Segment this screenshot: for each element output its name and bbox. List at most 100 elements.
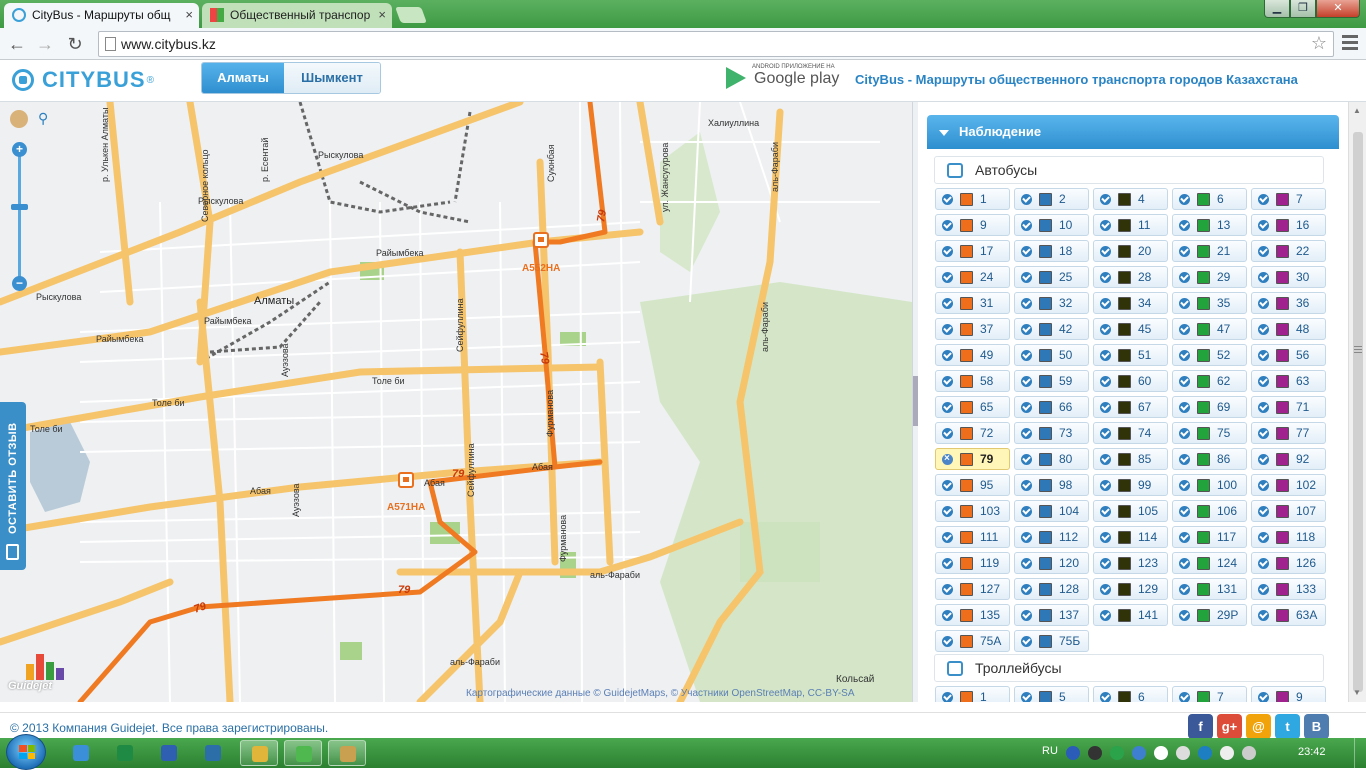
route-button-bus-2[interactable]: 2 xyxy=(1014,188,1089,210)
route-button-bus-30[interactable]: 30 xyxy=(1251,266,1326,288)
taskbar-word-button[interactable] xyxy=(150,740,188,766)
checkbox-checked-icon[interactable] xyxy=(1258,350,1269,361)
checkbox-checked-icon[interactable] xyxy=(1100,194,1111,205)
checkbox-checked-icon[interactable] xyxy=(1258,610,1269,621)
checkbox-checked-icon[interactable] xyxy=(1021,376,1032,387)
checkbox-checked-icon[interactable] xyxy=(1100,272,1111,283)
route-button-bus-37[interactable]: 37 xyxy=(935,318,1010,340)
checkbox-checked-icon[interactable] xyxy=(942,350,953,361)
search-icon[interactable]: ⚲ xyxy=(38,110,48,127)
route-button-bus-124[interactable]: 124 xyxy=(1172,552,1247,574)
route-button-bus-25[interactable]: 25 xyxy=(1014,266,1089,288)
checkbox-checked-icon[interactable] xyxy=(1179,506,1190,517)
close-window-button[interactable]: ✕ xyxy=(1316,0,1360,18)
tray-flag-icon[interactable] xyxy=(1132,746,1146,760)
route-button-trolley-6[interactable]: 6 xyxy=(1093,686,1168,702)
route-button-bus-62[interactable]: 62 xyxy=(1172,370,1247,392)
reload-icon[interactable]: ↻ xyxy=(64,33,86,55)
checkbox-checked-icon[interactable] xyxy=(1100,402,1111,413)
route-button-bus-107[interactable]: 107 xyxy=(1251,500,1326,522)
close-tab-icon[interactable]: × xyxy=(185,3,193,27)
email-icon[interactable]: @ xyxy=(1246,714,1271,739)
checkbox-checked-icon[interactable] xyxy=(1258,220,1269,231)
tray-eye-icon[interactable] xyxy=(1110,746,1124,760)
route-button-bus-114[interactable]: 114 xyxy=(1093,526,1168,548)
volume-muted-icon[interactable] xyxy=(1220,746,1234,760)
checkbox-checked-icon[interactable] xyxy=(1100,692,1111,702)
tray-app-icon[interactable] xyxy=(1088,746,1102,760)
route-button-bus-105[interactable]: 105 xyxy=(1093,500,1168,522)
route-button-bus-18[interactable]: 18 xyxy=(1014,240,1089,262)
route-button-bus-133[interactable]: 133 xyxy=(1251,578,1326,600)
route-button-bus-60[interactable]: 60 xyxy=(1093,370,1168,392)
google-play-badge[interactable]: ANDROID ПРИЛОЖЕНИЕ НА Google play xyxy=(726,64,841,92)
route-button-bus-71[interactable]: 71 xyxy=(1251,396,1326,418)
checkbox-checked-icon[interactable] xyxy=(1021,636,1032,647)
tray-up-icon[interactable] xyxy=(1154,746,1168,760)
checkbox-checked-icon[interactable] xyxy=(1258,454,1269,465)
checkbox-checked-icon[interactable] xyxy=(1179,246,1190,257)
checkbox-checked-icon[interactable] xyxy=(1179,298,1190,309)
route-button-bus-49[interactable]: 49 xyxy=(935,344,1010,366)
route-button-bus-135[interactable]: 135 xyxy=(935,604,1010,626)
route-button-trolley-5[interactable]: 5 xyxy=(1014,686,1089,702)
route-button-bus-63[interactable]: 63 xyxy=(1251,370,1326,392)
close-tab-icon[interactable]: × xyxy=(378,3,386,27)
checkbox-checked-icon[interactable] xyxy=(1258,506,1269,517)
page-scrollbar[interactable]: ▲ ▼ xyxy=(1348,102,1366,702)
checkbox-checked-icon[interactable] xyxy=(1021,692,1032,702)
zoom-slider-track[interactable] xyxy=(18,148,21,282)
checkbox-checked-icon[interactable] xyxy=(1100,428,1111,439)
monitoring-panel-header[interactable]: Наблюдение xyxy=(927,115,1339,149)
checkbox-checked-icon[interactable] xyxy=(1179,194,1190,205)
network-icon[interactable] xyxy=(1176,746,1190,760)
checkbox-checked-icon[interactable] xyxy=(942,402,953,413)
route-button-bus-63А[interactable]: 63А xyxy=(1251,604,1326,626)
route-button-bus-11[interactable]: 11 xyxy=(1093,214,1168,236)
route-button-bus-35[interactable]: 35 xyxy=(1172,292,1247,314)
route-button-bus-131[interactable]: 131 xyxy=(1172,578,1247,600)
route-button-bus-111[interactable]: 111 xyxy=(935,526,1010,548)
route-button-bus-73[interactable]: 73 xyxy=(1014,422,1089,444)
minimize-button[interactable]: ▁ xyxy=(1264,0,1290,18)
route-button-bus-45[interactable]: 45 xyxy=(1093,318,1168,340)
checkbox-checked-icon[interactable] xyxy=(1179,532,1190,543)
taskbar-excel-button[interactable] xyxy=(106,740,144,766)
checkbox-checked-icon[interactable] xyxy=(1258,692,1269,702)
checkbox-checked-icon[interactable] xyxy=(1100,298,1111,309)
checkbox-checked-icon[interactable] xyxy=(942,692,953,702)
route-button-bus-1[interactable]: 1 xyxy=(935,188,1010,210)
route-button-bus-6[interactable]: 6 xyxy=(1172,188,1247,210)
route-button-bus-17[interactable]: 17 xyxy=(935,240,1010,262)
checkbox-checked-icon[interactable] xyxy=(942,506,953,517)
taskbar-app-button[interactable] xyxy=(284,740,322,766)
group-header-trolleybuses[interactable]: Троллейбусы xyxy=(934,654,1324,682)
guidejet-logo[interactable]: Guidejet xyxy=(6,650,76,698)
checkbox-checked-icon[interactable] xyxy=(942,298,953,309)
checkbox-checked-icon[interactable] xyxy=(1021,272,1032,283)
route-button-bus-103[interactable]: 103 xyxy=(935,500,1010,522)
checkbox-checked-icon[interactable] xyxy=(1100,376,1111,387)
route-button-bus-50[interactable]: 50 xyxy=(1014,344,1089,366)
route-button-bus-16[interactable]: 16 xyxy=(1251,214,1326,236)
route-button-bus-129[interactable]: 129 xyxy=(1093,578,1168,600)
route-button-bus-85[interactable]: 85 xyxy=(1093,448,1168,470)
browser-tab-transport[interactable]: Общественный транспор × xyxy=(202,3,392,28)
checkbox-checked-icon[interactable] xyxy=(1021,402,1032,413)
route-button-bus-126[interactable]: 126 xyxy=(1251,552,1326,574)
back-arrow-icon[interactable]: ← xyxy=(6,33,28,55)
checkbox-checked-icon[interactable] xyxy=(1258,402,1269,413)
route-button-bus-120[interactable]: 120 xyxy=(1014,552,1089,574)
route-button-bus-112[interactable]: 112 xyxy=(1014,526,1089,548)
checkbox-checked-icon[interactable] xyxy=(1258,584,1269,595)
feedback-tab[interactable]: ОСТАВИТЬ ОТЗЫВ xyxy=(0,402,26,570)
route-button-bus-119[interactable]: 119 xyxy=(935,552,1010,574)
route-button-bus-137[interactable]: 137 xyxy=(1014,604,1089,626)
route-button-bus-66[interactable]: 66 xyxy=(1014,396,1089,418)
route-button-bus-42[interactable]: 42 xyxy=(1014,318,1089,340)
checkbox-checked-icon[interactable] xyxy=(1021,454,1032,465)
checkbox-checked-icon[interactable] xyxy=(1258,376,1269,387)
taskbar-media-button[interactable] xyxy=(194,740,232,766)
route-button-bus-79[interactable]: 79 xyxy=(935,448,1010,470)
checkbox-checked-icon[interactable] xyxy=(1258,480,1269,491)
